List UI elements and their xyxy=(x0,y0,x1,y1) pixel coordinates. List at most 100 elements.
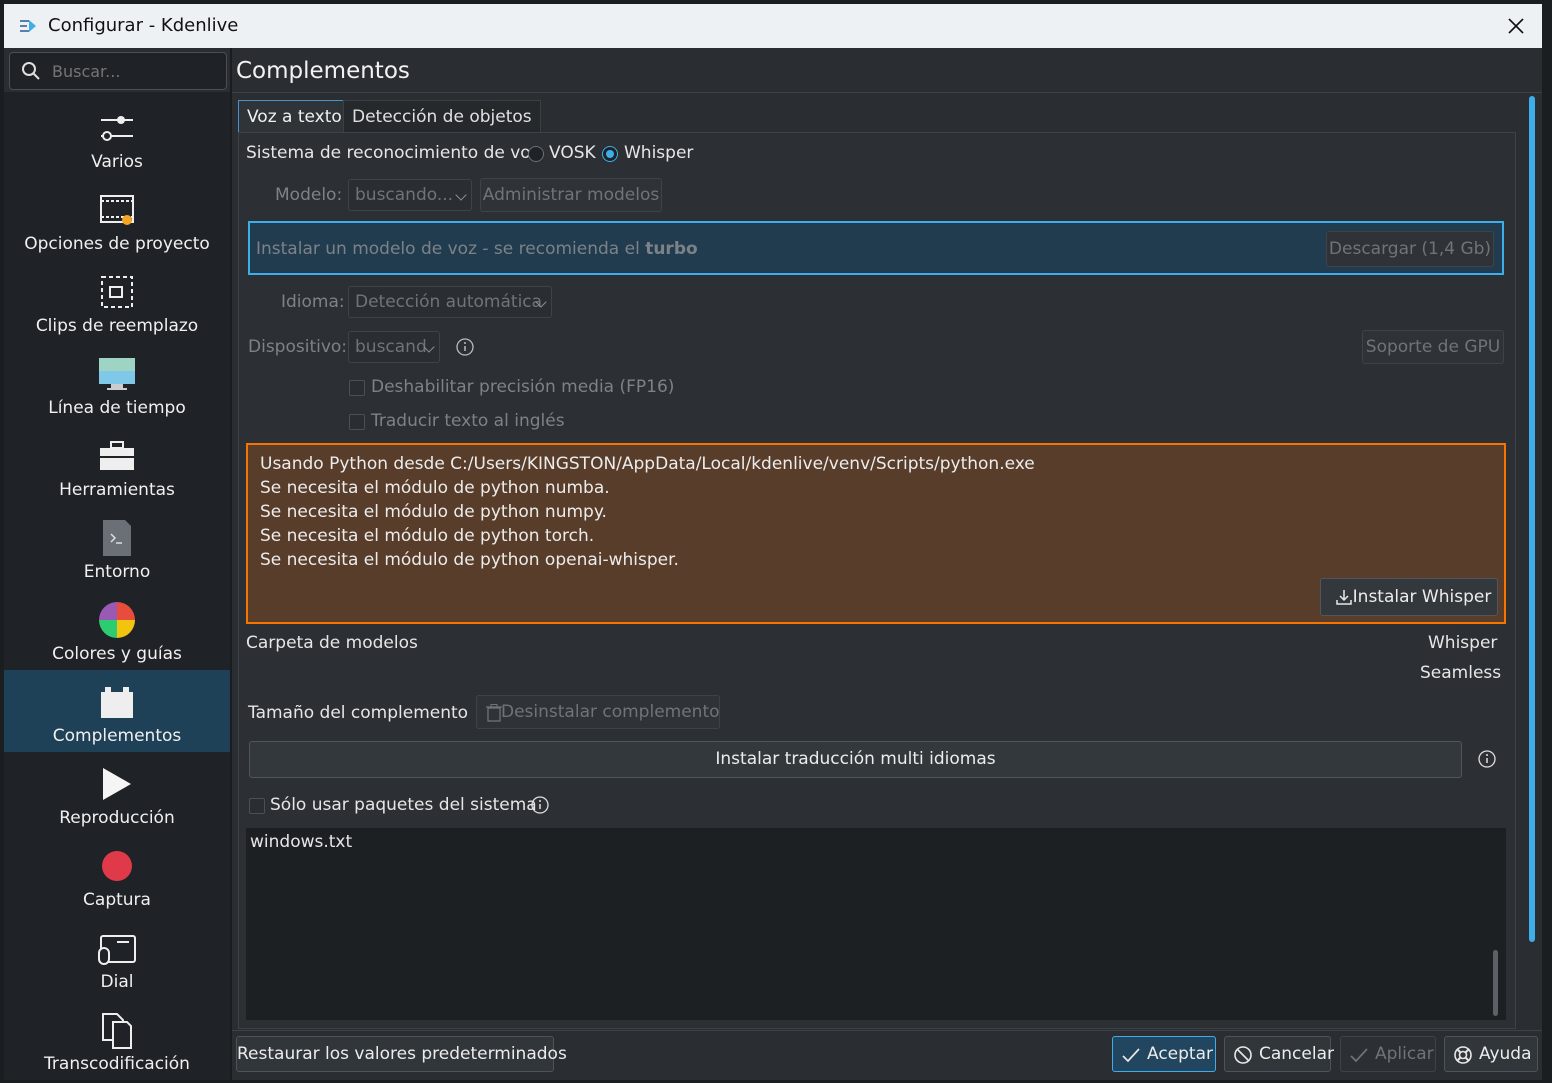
warning-line: Usando Python desde C:/Users/KINGSTON/Ap… xyxy=(260,454,1035,474)
sidebar-item-captura[interactable]: Captura xyxy=(4,834,230,916)
check-icon xyxy=(1122,1048,1140,1063)
install-translation-button[interactable]: Instalar traducción multi idiomas xyxy=(249,741,1462,778)
system-packages-label[interactable]: Sólo usar paquetes del sistema xyxy=(270,795,537,815)
sidebar-item-label: Captura xyxy=(83,890,151,910)
tab-voz-a-texto[interactable]: Voz a texto xyxy=(238,100,351,133)
search-icon xyxy=(22,62,40,80)
sliders-icon xyxy=(101,116,133,141)
info-icon[interactable] xyxy=(531,796,549,814)
sidebar-item-label: Opciones de proyecto xyxy=(24,234,210,254)
info-icon[interactable] xyxy=(1478,750,1496,768)
vosk-radio[interactable] xyxy=(528,146,544,162)
proxy-clip-icon xyxy=(101,276,133,308)
models-folder-whisper-link[interactable]: Whisper xyxy=(1428,633,1497,653)
sidebar-item-dial[interactable]: Dial xyxy=(4,916,230,998)
sidebar-item-entorno[interactable]: Entorno xyxy=(4,506,230,588)
search-input[interactable] xyxy=(50,59,222,83)
sidebar-item-opciones-proyecto[interactable]: Opciones de proyecto xyxy=(4,178,230,260)
log-text: windows.txt xyxy=(250,832,353,852)
warning-line: Se necesita el módulo de python numba. xyxy=(260,478,610,498)
plugin-size-label: Tamaño del complemento xyxy=(248,703,469,723)
info-icon[interactable] xyxy=(456,338,474,356)
sidebar-item-transcodificacion[interactable]: Transcodificación xyxy=(4,998,230,1080)
install-model-text: Instalar un modelo de voz - se recomiend… xyxy=(256,239,698,259)
sidebar-item-label: Colores y guías xyxy=(52,644,182,664)
warning-line: Se necesita el módulo de python torch. xyxy=(260,526,595,546)
install-model-message: Instalar un modelo de voz - se recomiend… xyxy=(248,221,1504,275)
model-label: Modelo: xyxy=(275,185,343,205)
plugin-icon xyxy=(101,687,133,718)
accept-button[interactable]: Aceptar xyxy=(1112,1036,1216,1072)
language-select[interactable]: Detección automática xyxy=(348,286,552,318)
disable-fp16-checkbox[interactable] xyxy=(349,380,365,396)
whisper-label[interactable]: Whisper xyxy=(624,143,693,163)
sidebar-item-label: Dial xyxy=(100,972,134,992)
search-field[interactable] xyxy=(9,52,227,90)
page-scrollbar[interactable] xyxy=(1527,92,1539,1030)
sidebar-item-reproduccion[interactable]: Reproducción xyxy=(4,752,230,834)
sidebar-item-varios[interactable]: Varios xyxy=(4,96,230,178)
accept-label: Aceptar xyxy=(1147,1044,1213,1064)
transcode-icon xyxy=(102,1013,132,1049)
toolbox-icon xyxy=(100,441,134,470)
chevron-down-icon xyxy=(455,189,467,201)
models-folder-label: Carpeta de modelos xyxy=(246,633,418,653)
log-scrollbar[interactable] xyxy=(1486,828,1506,1020)
device-select[interactable]: buscand xyxy=(348,331,440,363)
sidebar-item-label: Reproducción xyxy=(59,808,175,828)
translate-english-checkbox[interactable] xyxy=(349,414,365,430)
tab-deteccion-objetos[interactable]: Detección de objetos xyxy=(343,100,541,133)
window-title: Configurar - Kdenlive xyxy=(48,15,239,36)
language-select-value: Detección automática xyxy=(355,292,543,312)
sidebar-item-label: Clips de reemplazo xyxy=(35,316,199,336)
device-select-value: buscand xyxy=(355,337,427,357)
model-select-value: buscando... xyxy=(355,185,454,205)
sidebar-item-label: Entorno xyxy=(83,562,151,582)
title-bar: Configurar - Kdenlive xyxy=(4,4,1542,48)
panel-divider xyxy=(230,48,232,1080)
manage-models-button[interactable]: Administrar modelos xyxy=(480,178,662,212)
apply-button[interactable]: Aplicar xyxy=(1340,1036,1436,1072)
sidebar-item-label: Complementos xyxy=(52,726,182,746)
download-button[interactable]: Descargar (1,4 Gb) xyxy=(1326,231,1494,267)
language-label: Idioma: xyxy=(281,292,345,312)
warning-line: Se necesita el módulo de python numpy. xyxy=(260,502,607,522)
gpu-support-button[interactable]: Soporte de GPU xyxy=(1362,330,1504,364)
sidebar-item-complementos[interactable]: Complementos xyxy=(4,670,230,752)
trash-icon xyxy=(486,704,502,722)
help-button[interactable]: Ayuda xyxy=(1444,1036,1538,1072)
restore-defaults-button[interactable]: Restaurar los valores predeterminados xyxy=(236,1036,567,1072)
disable-fp16-label[interactable]: Deshabilitar precisión media (FP16) xyxy=(371,377,674,397)
sidebar-item-colores-guias[interactable]: Colores y guías xyxy=(4,588,230,670)
close-icon[interactable] xyxy=(1500,10,1532,42)
models-folder-seamless-link[interactable]: Seamless xyxy=(1420,663,1501,683)
page-title: Complementos xyxy=(236,58,410,84)
install-whisper-label: Instalar Whisper xyxy=(1352,587,1492,607)
vosk-label[interactable]: VOSK xyxy=(549,143,596,163)
scrollbar-thumb[interactable] xyxy=(1529,96,1535,942)
sidebar-item-herramientas[interactable]: Herramientas xyxy=(4,424,230,506)
uninstall-plugin-label: Desinstalar complemento xyxy=(501,702,720,722)
log-text-area[interactable]: windows.txt xyxy=(246,828,1506,1020)
cancel-button[interactable]: Cancelar xyxy=(1224,1036,1334,1072)
sidebar-item-linea-tiempo[interactable]: Línea de tiempo xyxy=(4,342,230,424)
system-packages-checkbox[interactable] xyxy=(249,798,265,814)
whisper-radio[interactable] xyxy=(602,146,618,162)
model-select[interactable]: buscando... xyxy=(348,179,472,211)
translate-english-label[interactable]: Traducir texto al inglés xyxy=(371,411,565,431)
cancel-label: Cancelar xyxy=(1259,1044,1334,1064)
sidebar-item-clips-reemplazo[interactable]: Clips de reemplazo xyxy=(4,260,230,342)
sidebar: Varios Opciones de proyecto Clips de ree… xyxy=(4,92,230,1080)
scrollbar-thumb[interactable] xyxy=(1493,950,1498,1016)
apply-label: Aplicar xyxy=(1375,1044,1434,1064)
jog-dial-icon xyxy=(98,935,136,965)
python-warning-message: Usando Python desde C:/Users/KINGSTON/Ap… xyxy=(246,443,1506,624)
sidebar-item-label: Transcodificación xyxy=(44,1054,190,1074)
record-icon xyxy=(102,851,132,881)
install-model-text-bold: turbo xyxy=(645,239,698,259)
film-settings-icon xyxy=(100,195,134,225)
install-whisper-button[interactable]: Instalar Whisper xyxy=(1320,578,1498,616)
terminal-file-icon xyxy=(103,520,131,556)
uninstall-plugin-button[interactable]: Desinstalar complemento xyxy=(476,695,720,729)
color-wheel-icon xyxy=(99,602,135,638)
